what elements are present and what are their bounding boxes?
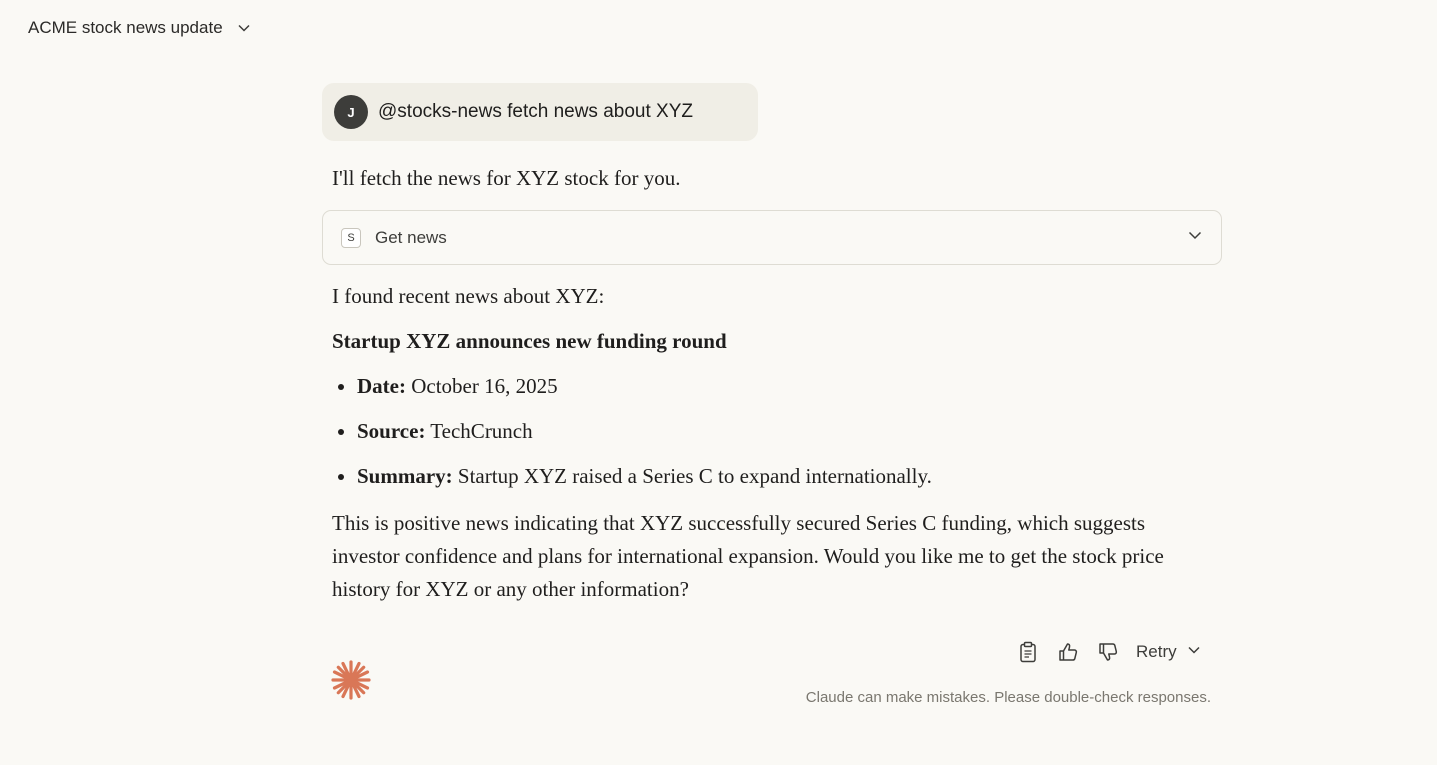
- item-label: Summary:: [357, 464, 453, 488]
- retry-label: Retry: [1136, 642, 1177, 661]
- user-message: J @stocks-news fetch news about XYZ: [322, 83, 758, 141]
- thumbs-down-icon[interactable]: [1092, 636, 1124, 668]
- chevron-down-icon: [237, 21, 251, 35]
- list-item: Date: October 16, 2025: [357, 370, 932, 403]
- item-value: TechCrunch: [425, 419, 533, 443]
- message-actions: Retry: [1012, 636, 1201, 668]
- list-item: Summary: Startup XYZ raised a Series C t…: [357, 460, 932, 493]
- tool-call-get-news[interactable]: S Get news: [322, 210, 1222, 265]
- thumbs-up-icon[interactable]: [1052, 636, 1084, 668]
- disclaimer-text: Claude can make mistakes. Please double-…: [805, 689, 1211, 706]
- assistant-intro: I'll fetch the news for XYZ stock for yo…: [332, 166, 681, 190]
- found-text: I found recent news about XYZ:: [332, 284, 605, 308]
- list-item: Source: TechCrunch: [357, 415, 932, 448]
- retry-button[interactable]: Retry: [1136, 642, 1201, 662]
- conversation-title-menu[interactable]: ACME stock news update: [28, 14, 251, 42]
- item-value: October 16, 2025: [405, 374, 558, 398]
- item-value: Startup XYZ raised a Series C to expand …: [452, 464, 932, 488]
- claude-spark-icon: [330, 659, 372, 706]
- tool-label: Get news: [375, 227, 447, 247]
- news-details-list: Date: October 16, 2025 Source: TechCrunc…: [332, 370, 932, 505]
- item-label: Source:: [357, 419, 426, 443]
- chevron-down-icon: [1187, 642, 1201, 662]
- user-message-text: @stocks-news fetch news about XYZ: [378, 101, 693, 122]
- news-headline: Startup XYZ announces new funding round: [332, 329, 727, 353]
- avatar: J: [334, 95, 368, 129]
- item-label: Date:: [357, 374, 406, 398]
- closing-paragraph: This is positive news indicating that XY…: [332, 511, 1164, 601]
- tool-badge-icon: S: [341, 227, 361, 248]
- clipboard-icon[interactable]: [1012, 636, 1044, 668]
- conversation-title: ACME stock news update: [28, 18, 223, 37]
- chevron-down-icon: [1187, 227, 1203, 248]
